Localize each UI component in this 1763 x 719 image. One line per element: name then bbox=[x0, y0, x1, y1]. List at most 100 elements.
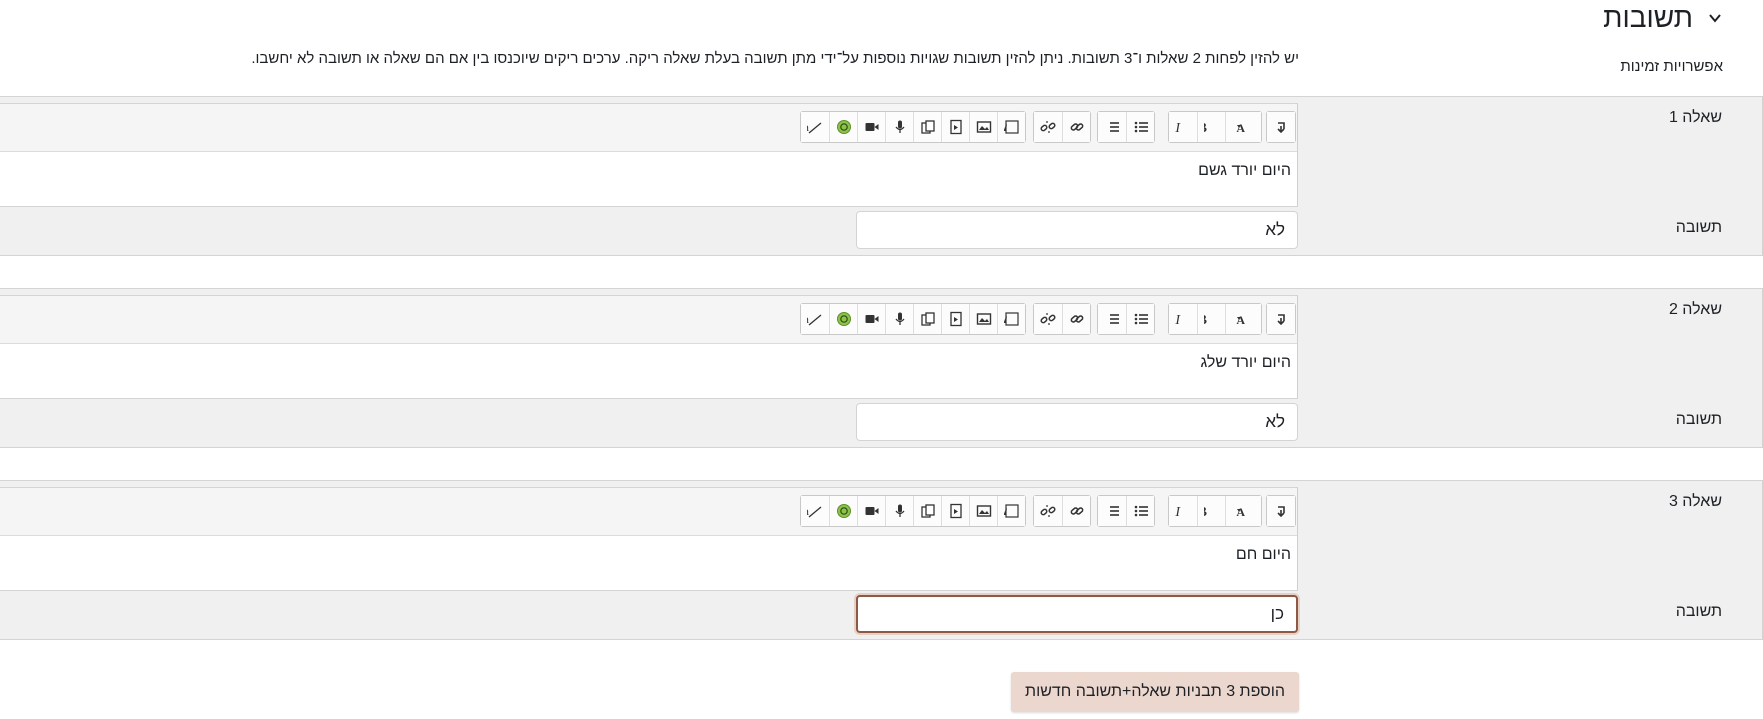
add-question-blanks-button[interactable]: הוספת 3 תבניות שאלה+תשובה חדשות bbox=[1011, 672, 1299, 712]
expand-toolbar-icon bbox=[1277, 122, 1285, 134]
expand-toolbar-button[interactable] bbox=[1267, 112, 1295, 142]
options-note: יש להזין לפחות 2 שאלות ו־3 תשובות. ניתן … bbox=[251, 50, 1299, 67]
italic-button[interactable]: I bbox=[1169, 304, 1197, 334]
unlink-button[interactable] bbox=[1034, 496, 1062, 526]
answer-input[interactable] bbox=[856, 595, 1298, 633]
link-button[interactable] bbox=[1062, 496, 1090, 526]
bold-icon: B bbox=[1204, 121, 1207, 135]
link-icon bbox=[1070, 123, 1083, 131]
record-audio-icon bbox=[894, 120, 905, 133]
image-button[interactable] bbox=[969, 496, 997, 526]
emoji-icon bbox=[836, 504, 851, 518]
svg-text:I: I bbox=[1175, 313, 1181, 327]
record-video-button[interactable] bbox=[857, 112, 885, 142]
question-editor[interactable]: A B I 123 Wa היום יורד גשם bbox=[0, 103, 1298, 207]
expand-toolbar-icon bbox=[1277, 314, 1285, 326]
clear-formatting-button[interactable]: a bbox=[801, 496, 829, 526]
answer-label: תשובה bbox=[1675, 603, 1722, 620]
manage-files-button[interactable] bbox=[913, 496, 941, 526]
font-format-button[interactable]: A bbox=[1225, 496, 1261, 526]
ordered-list-button[interactable]: 123 bbox=[1098, 304, 1126, 334]
clear-formatting-button[interactable]: a bbox=[801, 304, 829, 334]
media-button[interactable] bbox=[941, 496, 969, 526]
emoji-button[interactable] bbox=[829, 112, 857, 142]
question-text[interactable]: היום חם bbox=[1236, 546, 1291, 564]
ordered-list-button[interactable]: 123 bbox=[1098, 496, 1126, 526]
toolbar-group bbox=[1266, 495, 1296, 527]
expand-toolbar-button[interactable] bbox=[1267, 496, 1295, 526]
record-video-icon bbox=[865, 507, 878, 515]
emoji-button[interactable] bbox=[829, 496, 857, 526]
image-button[interactable] bbox=[969, 112, 997, 142]
media-button[interactable] bbox=[941, 304, 969, 334]
clear-formatting-button[interactable]: a bbox=[801, 112, 829, 142]
answer-input[interactable] bbox=[856, 403, 1298, 441]
record-video-button[interactable] bbox=[857, 304, 885, 334]
word-import-icon: W bbox=[1004, 504, 1019, 518]
expand-toolbar-button[interactable] bbox=[1267, 304, 1295, 334]
section-title: תשובות bbox=[1603, 2, 1693, 33]
font-format-icon: A bbox=[1236, 121, 1245, 135]
font-format-button[interactable]: A bbox=[1225, 304, 1261, 334]
ordered-list-icon: 123 bbox=[1104, 121, 1119, 135]
record-audio-button[interactable] bbox=[885, 112, 913, 142]
word-import-button[interactable]: W bbox=[997, 304, 1025, 334]
bold-button[interactable]: B bbox=[1197, 496, 1225, 526]
svg-text:a: a bbox=[807, 504, 810, 518]
font-format-button[interactable]: A bbox=[1225, 112, 1261, 142]
record-audio-button[interactable] bbox=[885, 304, 913, 334]
link-button[interactable] bbox=[1062, 304, 1090, 334]
question-block: שאלה 3 A B I 123 Wa היום חם תשובה bbox=[0, 480, 1763, 640]
italic-button[interactable]: I bbox=[1169, 112, 1197, 142]
unordered-list-button[interactable] bbox=[1126, 304, 1154, 334]
link-icon bbox=[1070, 315, 1083, 323]
unordered-list-button[interactable] bbox=[1126, 496, 1154, 526]
font-format-icon: A bbox=[1236, 505, 1245, 519]
svg-text:A: A bbox=[1236, 121, 1245, 135]
emoji-button[interactable] bbox=[829, 304, 857, 334]
unlink-icon bbox=[1040, 313, 1056, 325]
toolbar-group: 123 bbox=[1097, 111, 1155, 143]
unlink-icon bbox=[1040, 505, 1056, 517]
question-text[interactable]: היום יורד גשם bbox=[1198, 162, 1291, 180]
word-import-button[interactable]: W bbox=[997, 496, 1025, 526]
unlink-button[interactable] bbox=[1034, 304, 1062, 334]
toolbar-group bbox=[1266, 303, 1296, 335]
section-header[interactable]: תשובות bbox=[1603, 4, 1723, 32]
image-button[interactable] bbox=[969, 304, 997, 334]
svg-text:I: I bbox=[1175, 505, 1181, 519]
record-video-button[interactable] bbox=[857, 496, 885, 526]
unlink-button[interactable] bbox=[1034, 112, 1062, 142]
answer-input[interactable] bbox=[856, 211, 1298, 249]
record-audio-icon bbox=[894, 504, 905, 517]
question-editor[interactable]: A B I 123 Wa היום חם bbox=[0, 487, 1298, 591]
word-import-button[interactable]: W bbox=[997, 112, 1025, 142]
clear-formatting-icon: a bbox=[807, 120, 822, 134]
manage-files-icon bbox=[920, 312, 935, 326]
link-button[interactable] bbox=[1062, 112, 1090, 142]
manage-files-button[interactable] bbox=[913, 304, 941, 334]
ordered-list-icon: 123 bbox=[1104, 313, 1119, 327]
toolbar-group: AB I bbox=[1168, 303, 1262, 335]
svg-text:a: a bbox=[807, 120, 810, 134]
image-icon bbox=[976, 313, 991, 325]
toolbar-group: 123 bbox=[1097, 303, 1155, 335]
record-audio-button[interactable] bbox=[885, 496, 913, 526]
italic-button[interactable]: I bbox=[1169, 496, 1197, 526]
unlink-icon bbox=[1040, 121, 1056, 133]
unordered-list-button[interactable] bbox=[1126, 112, 1154, 142]
ordered-list-button[interactable]: 123 bbox=[1098, 112, 1126, 142]
options-label: אפשרויות זמינות bbox=[1620, 58, 1723, 75]
bold-button[interactable]: B bbox=[1197, 304, 1225, 334]
media-button[interactable] bbox=[941, 112, 969, 142]
toolbar-group: Wa bbox=[800, 495, 1026, 527]
question-editor[interactable]: A B I 123 Wa היום יורד שלג bbox=[0, 295, 1298, 399]
manage-files-button[interactable] bbox=[913, 112, 941, 142]
question-text[interactable]: היום יורד שלג bbox=[1200, 354, 1291, 372]
chevron-down-icon[interactable] bbox=[1707, 10, 1723, 26]
question-label: שאלה 2 bbox=[1668, 301, 1722, 318]
italic-icon: I bbox=[1175, 505, 1181, 519]
toolbar-group: 123 bbox=[1097, 495, 1155, 527]
bold-button[interactable]: B bbox=[1197, 112, 1225, 142]
bold-icon: B bbox=[1204, 505, 1207, 519]
